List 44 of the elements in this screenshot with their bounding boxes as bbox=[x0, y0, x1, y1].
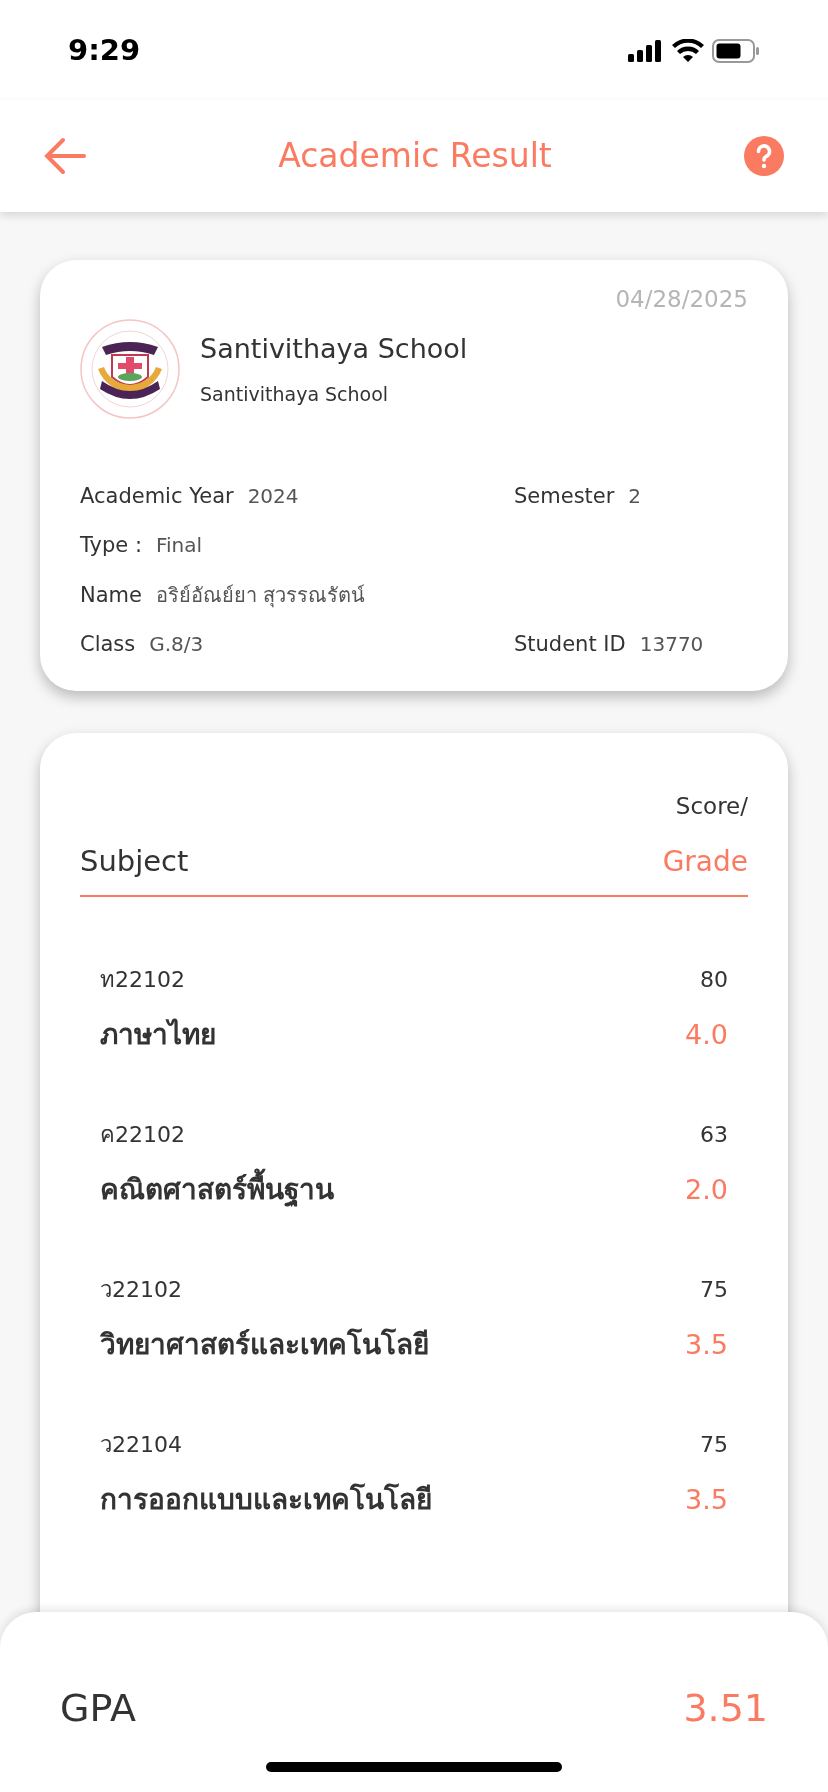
field-label: Class bbox=[80, 631, 136, 658]
score-value: 63 bbox=[700, 1121, 728, 1149]
field-value: 2 bbox=[628, 482, 642, 510]
help-icon[interactable] bbox=[744, 136, 784, 176]
status-time: 9:29 bbox=[68, 32, 141, 70]
grade-value: 4.0 bbox=[685, 1018, 728, 1052]
field-value: 13770 bbox=[639, 631, 704, 658]
score-value: 75 bbox=[700, 1276, 728, 1304]
field-value: Final bbox=[156, 532, 203, 559]
subject-name: ภาษาไทย bbox=[100, 1017, 216, 1053]
subject-name: การออกแบบและเทคโนโลยี bbox=[100, 1482, 432, 1518]
field-value: 2024 bbox=[247, 482, 299, 510]
field-label: Student ID bbox=[514, 631, 626, 658]
gpa-value: 3.51 bbox=[683, 1685, 768, 1732]
grade-value: 3.5 bbox=[685, 1328, 728, 1362]
field-label: Semester bbox=[514, 482, 615, 510]
school-subtitle: Santivithaya School bbox=[200, 381, 390, 407]
subject-name: วิทยาศาสตร์และเทคโนโลยี bbox=[100, 1327, 429, 1363]
gpa-label: GPA bbox=[60, 1685, 136, 1732]
field-label: Name bbox=[80, 581, 142, 609]
subject-column-heading: Subject bbox=[80, 842, 189, 880]
back-arrow-icon[interactable] bbox=[44, 137, 86, 175]
field-value: G.8/3 bbox=[149, 631, 204, 658]
school-logo-icon bbox=[80, 318, 180, 419]
subject-code: ว22104 bbox=[100, 1431, 182, 1459]
field-label: Type : bbox=[80, 532, 142, 559]
grade-value: 3.5 bbox=[685, 1483, 728, 1517]
score-column-heading: Score/ bbox=[675, 791, 748, 821]
subject-name: คณิตศาสตร์พื้นฐาน bbox=[100, 1169, 334, 1211]
subject-code: ค22102 bbox=[100, 1121, 185, 1149]
field-label: Academic Year bbox=[80, 482, 234, 510]
subject-code: ว22102 bbox=[100, 1276, 182, 1304]
field-value: อริย์อัณย์ยา สุวรรณรัตน์ bbox=[155, 581, 366, 610]
wifi-icon bbox=[672, 39, 704, 63]
score-value: 75 bbox=[700, 1431, 728, 1459]
score-value: 80 bbox=[700, 966, 728, 994]
signal-icon bbox=[628, 39, 664, 63]
subject-code: ท22102 bbox=[100, 966, 185, 994]
date-text: 04/28/2025 bbox=[615, 285, 748, 314]
page-title: Academic Result bbox=[278, 135, 552, 178]
school-name: Santivithaya School bbox=[200, 332, 468, 366]
grade-column-heading: Grade bbox=[662, 844, 748, 880]
grade-value: 2.0 bbox=[685, 1173, 728, 1207]
battery-icon bbox=[712, 39, 760, 63]
